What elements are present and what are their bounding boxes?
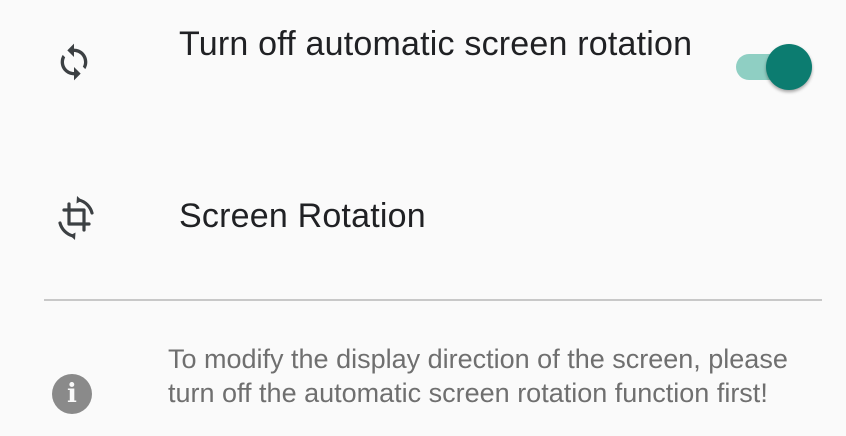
screen-rotation-label: Screen Rotation [179, 197, 426, 235]
divider [44, 299, 822, 301]
screen-rotation-row[interactable]: Screen Rotation [0, 180, 846, 250]
info-icon: i [52, 374, 92, 414]
info-icon-glyph: i [67, 379, 77, 409]
info-message: To modify the display direction of the s… [168, 344, 788, 408]
rotate-crop-icon [50, 192, 102, 244]
sync-icon [52, 40, 96, 84]
screen-rotation-settings: Turn off automatic screen rotation Scree… [0, 0, 846, 436]
auto-rotate-setting-row[interactable]: Turn off automatic screen rotation [0, 0, 846, 140]
toggle-thumb [766, 44, 812, 90]
auto-rotate-label: Turn off automatic screen rotation [179, 25, 693, 63]
auto-rotate-toggle[interactable] [732, 42, 816, 92]
